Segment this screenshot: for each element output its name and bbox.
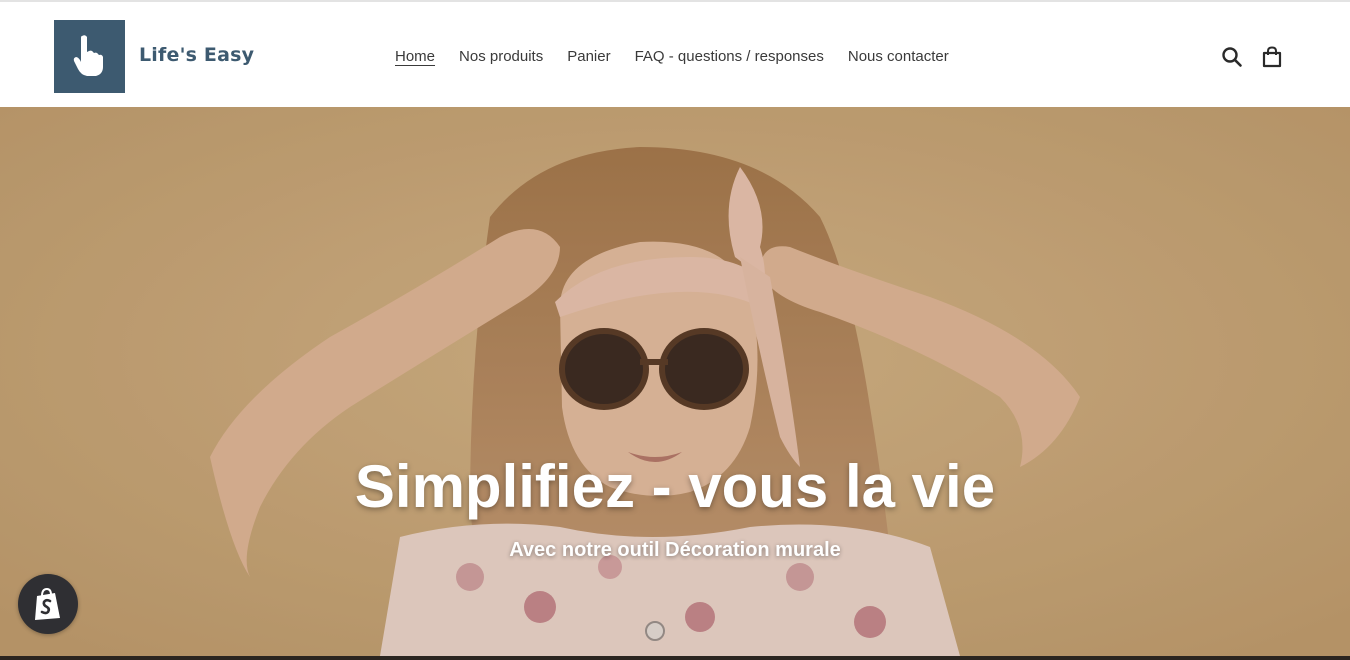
hero-subtitle: Avec notre outil Décoration murale — [509, 539, 841, 561]
brand-logo[interactable] — [54, 20, 125, 93]
shopping-bag-icon[interactable] — [1261, 46, 1283, 68]
nav-item-products[interactable]: Nos produits — [459, 47, 543, 67]
main-nav: Home Nos produits Panier FAQ - questions… — [395, 47, 949, 67]
nav-item-home[interactable]: Home — [395, 47, 435, 67]
nav-item-faq[interactable]: FAQ - questions / responses — [635, 47, 824, 67]
pointing-hand-icon — [73, 35, 103, 76]
page-bottom-edge — [0, 656, 1350, 660]
site-header: Life's Easy Home Nos produits Panier FAQ… — [0, 0, 1350, 107]
brand-name[interactable]: Life's Easy — [139, 44, 254, 66]
hero-banner: Simplifiez - vous la vie Avec notre outi… — [0, 107, 1350, 656]
nav-item-cart[interactable]: Panier — [567, 47, 610, 67]
hero-overlay — [0, 107, 1350, 656]
shopify-bag-icon — [35, 587, 60, 620]
search-icon[interactable] — [1221, 46, 1243, 68]
shopify-badge[interactable] — [18, 574, 78, 634]
nav-item-contact[interactable]: Nous contacter — [848, 47, 949, 67]
hero-title: Simplifiez - vous la vie — [354, 453, 996, 520]
